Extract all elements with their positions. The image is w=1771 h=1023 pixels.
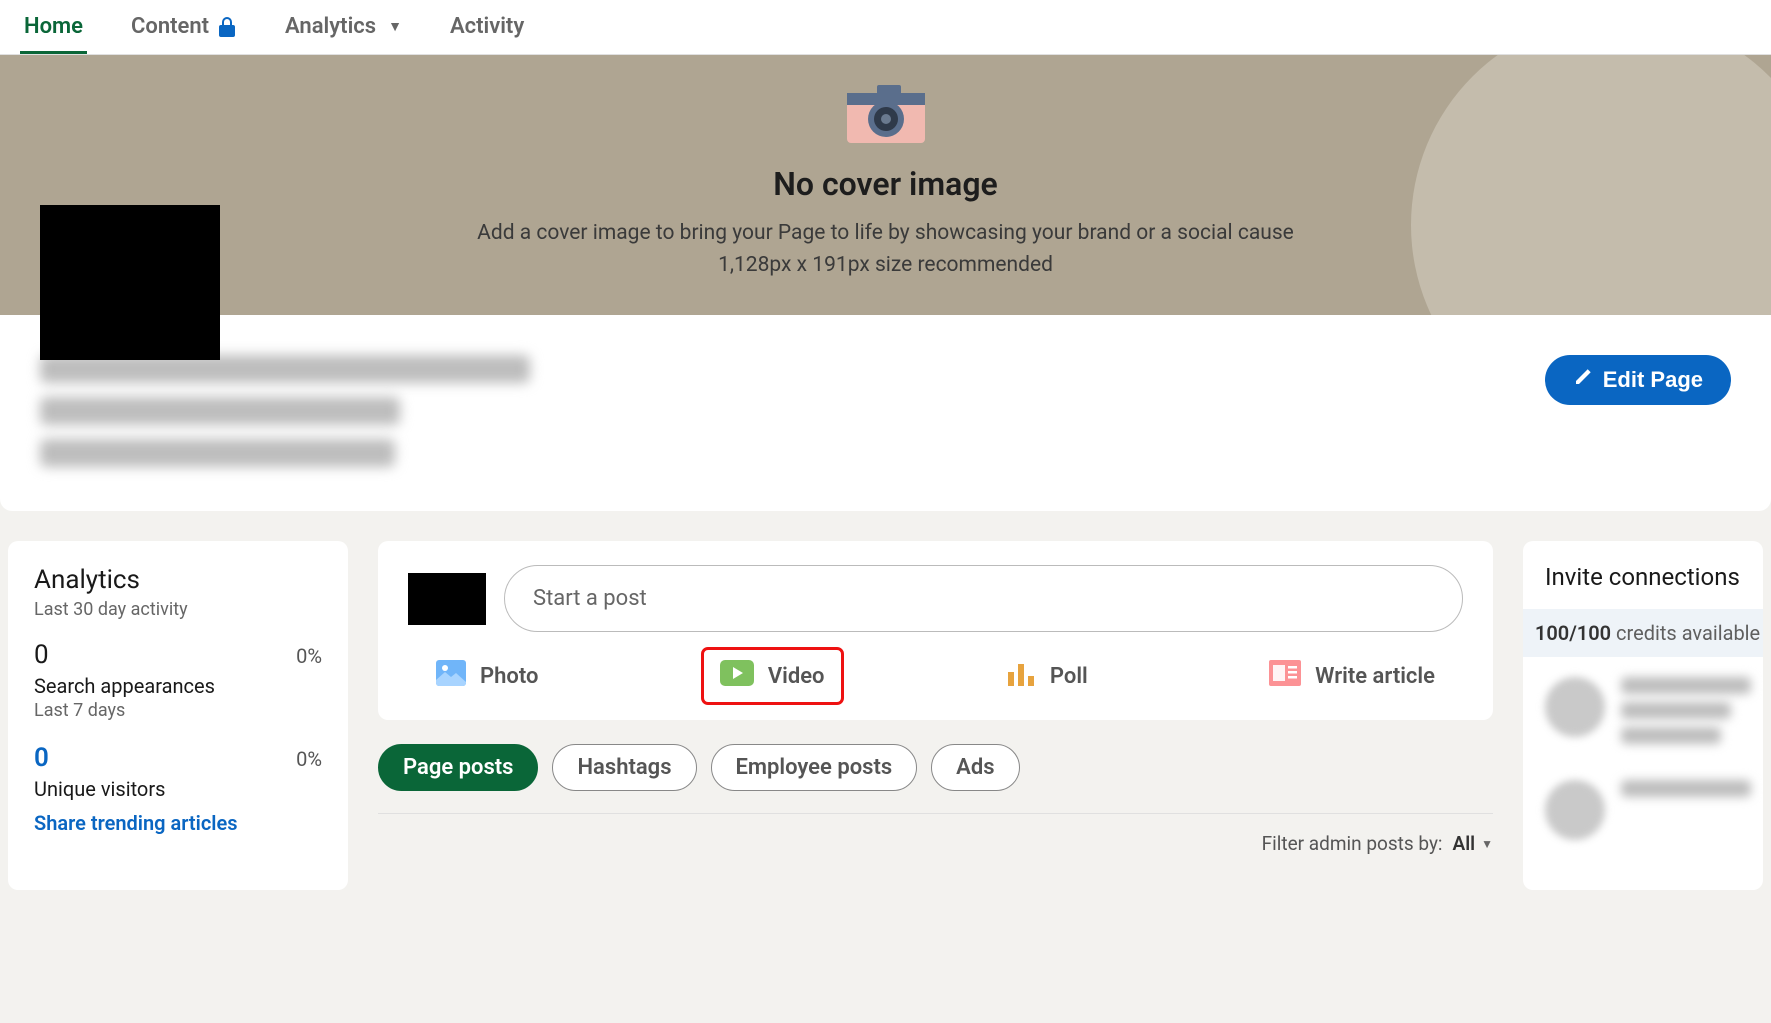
invite-credits: 100/100 credits available (1523, 609, 1763, 657)
share-trending-link[interactable]: Share trending articles (34, 811, 322, 835)
page-meta (40, 355, 530, 481)
pencil-icon (1573, 367, 1593, 393)
compose-photo[interactable]: Photo (422, 652, 552, 700)
compose-poll[interactable]: Poll (992, 652, 1102, 700)
compose-panel: Start a post Photo Video (378, 541, 1493, 720)
start-post-button[interactable]: Start a post (504, 565, 1463, 632)
tab-activity[interactable]: Activity (446, 0, 528, 54)
compose-article[interactable]: Write article (1255, 652, 1449, 700)
tab-content[interactable]: Content (127, 0, 241, 54)
analytics-panel: Analytics Last 30 day activity 0 0% Sear… (8, 541, 348, 890)
tab-home[interactable]: Home (20, 0, 87, 54)
cover-subtitle: Add a cover image to bring your Page to … (437, 221, 1334, 245)
cover-placeholder[interactable]: No cover image Add a cover image to brin… (0, 55, 1771, 315)
invite-panel: Invite connections 100/100 credits avail… (1523, 541, 1763, 890)
connection-item[interactable] (1545, 780, 1741, 840)
unique-visitors-label: Unique visitors (34, 777, 322, 801)
post-filter-pills: Page posts Hashtags Employee posts Ads (378, 744, 1493, 791)
lock-icon (217, 16, 237, 38)
admin-filter-label: Filter admin posts by: (1262, 832, 1443, 855)
connection-item[interactable] (1545, 677, 1741, 752)
tab-analytics[interactable]: Analytics ▼ (281, 0, 406, 54)
search-appearances-pct: 0% (296, 644, 322, 668)
avatar (1545, 677, 1605, 737)
pill-employee-posts[interactable]: Employee posts (711, 744, 918, 791)
search-appearances-sublabel: Last 7 days (34, 700, 322, 721)
avatar (1545, 780, 1605, 840)
analytics-title: Analytics (34, 565, 322, 595)
article-icon (1269, 660, 1301, 692)
pill-page-posts[interactable]: Page posts (378, 744, 538, 791)
video-icon (720, 660, 754, 692)
search-appearances-label: Search appearances (34, 674, 322, 698)
invite-title: Invite connections (1545, 563, 1741, 591)
cover-decoration (1411, 55, 1771, 315)
cover-title: No cover image (773, 165, 998, 203)
page-logo-small (408, 573, 486, 625)
unique-visitors-value[interactable]: 0 (34, 743, 49, 773)
chevron-down-icon: ▼ (388, 18, 402, 35)
camera-icon (847, 85, 925, 147)
pill-ads[interactable]: Ads (931, 744, 1019, 791)
poll-icon (1006, 660, 1036, 692)
page-logo[interactable] (40, 205, 220, 360)
analytics-subtitle: Last 30 day activity (34, 599, 322, 620)
admin-filter-dropdown[interactable]: All ▼ (1453, 832, 1493, 855)
chevron-down-icon: ▼ (1481, 837, 1493, 851)
edit-page-button[interactable]: Edit Page (1545, 355, 1731, 405)
search-appearances-value: 0 (34, 640, 49, 670)
compose-video[interactable]: Video (706, 652, 839, 700)
top-tabs: Home Content Analytics ▼ Activity (0, 0, 1771, 55)
unique-visitors-pct: 0% (296, 747, 322, 771)
admin-filter-row: Filter admin posts by: All ▼ (378, 813, 1493, 855)
cover-size-hint: 1,128px x 191px size recommended (678, 253, 1093, 277)
photo-icon (436, 660, 466, 692)
page-hero: No cover image Add a cover image to brin… (0, 55, 1771, 511)
pill-hashtags[interactable]: Hashtags (552, 744, 696, 791)
